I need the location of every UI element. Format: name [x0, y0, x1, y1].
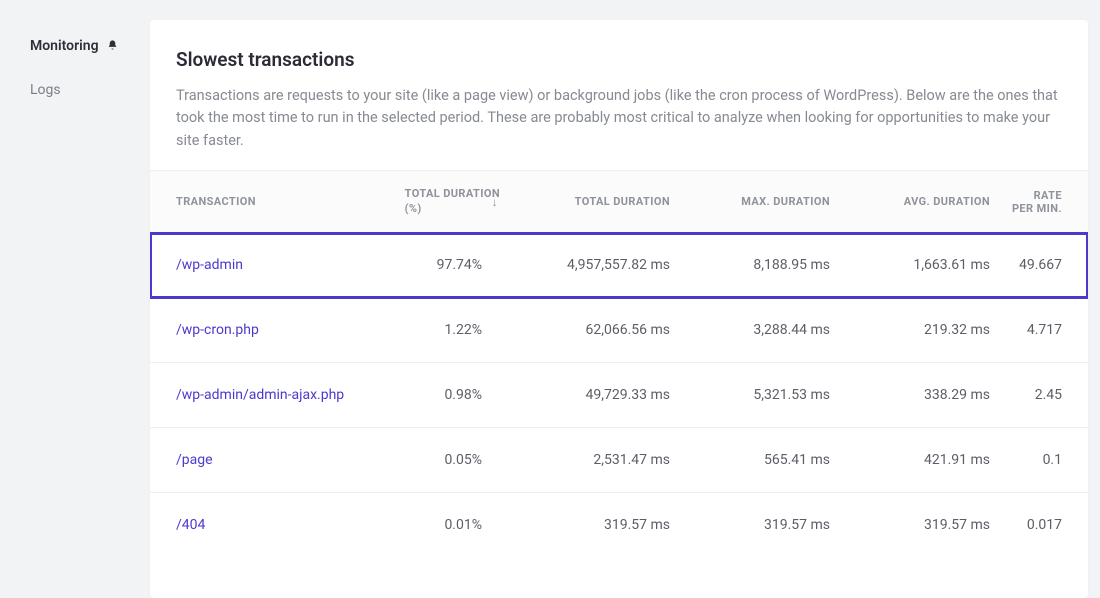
panel-title: Slowest transactions	[176, 48, 1062, 71]
column-header-max-duration[interactable]: MAX. DURATION	[680, 171, 840, 233]
column-header-duration-pct[interactable]: TOTAL DURATION(%) ↓	[370, 171, 510, 233]
transaction-link[interactable]: /wp-admin	[176, 257, 243, 273]
cell-total-duration: 2,531.47 ms	[510, 428, 680, 493]
cell-max-duration: 8,188.95 ms	[680, 233, 840, 298]
cell-transaction: /page	[150, 428, 370, 493]
transaction-link[interactable]: /page	[176, 452, 213, 468]
cell-max-duration: 319.57 ms	[680, 493, 840, 558]
sidebar-item-label: Logs	[30, 82, 61, 98]
cell-duration-pct: 0.01%	[370, 493, 510, 558]
table-row[interactable]: /page 0.05% 2,531.47 ms 565.41 ms 421.91…	[150, 428, 1088, 493]
cell-rate: 0.017	[1000, 493, 1088, 558]
transaction-link[interactable]: /wp-admin/admin-ajax.php	[176, 387, 344, 403]
cell-avg-duration: 319.57 ms	[840, 493, 1000, 558]
table-body: /wp-admin 97.74% 4,957,557.82 ms 8,188.9…	[150, 233, 1088, 558]
slowest-transactions-panel: Slowest transactions Transactions are re…	[150, 20, 1088, 598]
cell-transaction: /wp-admin/admin-ajax.php	[150, 363, 370, 428]
cell-total-duration: 319.57 ms	[510, 493, 680, 558]
panel-description: Transactions are requests to your site (…	[176, 85, 1062, 152]
cell-transaction: /404	[150, 493, 370, 558]
cell-transaction: /wp-admin	[150, 233, 370, 298]
sidebar: Monitoring Logs	[0, 0, 150, 598]
cell-avg-duration: 1,663.61 ms	[840, 233, 1000, 298]
sidebar-item-label: Monitoring	[30, 38, 99, 54]
cell-transaction: /wp-cron.php	[150, 298, 370, 363]
cell-duration-pct: 1.22%	[370, 298, 510, 363]
cell-total-duration: 49,729.33 ms	[510, 363, 680, 428]
table-row[interactable]: /404 0.01% 319.57 ms 319.57 ms 319.57 ms…	[150, 493, 1088, 558]
column-header-label: TOTAL DURATION(%)	[405, 187, 500, 216]
cell-duration-pct: 97.74%	[370, 233, 510, 298]
cell-rate: 2.45	[1000, 363, 1088, 428]
bell-icon	[107, 39, 118, 53]
column-header-total-duration[interactable]: TOTAL DURATION	[510, 171, 680, 233]
column-header-transaction[interactable]: TRANSACTION	[150, 171, 370, 233]
table-row[interactable]: /wp-admin/admin-ajax.php 0.98% 49,729.33…	[150, 363, 1088, 428]
cell-total-duration: 4,957,557.82 ms	[510, 233, 680, 298]
cell-avg-duration: 338.29 ms	[840, 363, 1000, 428]
cell-total-duration: 62,066.56 ms	[510, 298, 680, 363]
cell-duration-pct: 0.98%	[370, 363, 510, 428]
column-header-avg-duration[interactable]: AVG. DURATION	[840, 171, 1000, 233]
cell-avg-duration: 219.32 ms	[840, 298, 1000, 363]
cell-rate: 0.1	[1000, 428, 1088, 493]
transactions-table: TRANSACTION TOTAL DURATION(%) ↓ TOTAL DU…	[150, 170, 1088, 557]
cell-max-duration: 5,321.53 ms	[680, 363, 840, 428]
sidebar-item-monitoring[interactable]: Monitoring	[30, 38, 150, 54]
table-row[interactable]: /wp-cron.php 1.22% 62,066.56 ms 3,288.44…	[150, 298, 1088, 363]
cell-duration-pct: 0.05%	[370, 428, 510, 493]
cell-max-duration: 3,288.44 ms	[680, 298, 840, 363]
transaction-link[interactable]: /wp-cron.php	[176, 322, 259, 338]
cell-avg-duration: 421.91 ms	[840, 428, 1000, 493]
column-header-rate[interactable]: RATE PER MIN.	[1000, 171, 1088, 233]
sidebar-item-logs[interactable]: Logs	[30, 82, 150, 98]
table-row[interactable]: /wp-admin 97.74% 4,957,557.82 ms 8,188.9…	[150, 233, 1088, 298]
sort-desc-icon: ↓	[492, 195, 498, 209]
transaction-link[interactable]: /404	[176, 517, 205, 533]
cell-rate: 49.667	[1000, 233, 1088, 298]
panel-header: Slowest transactions Transactions are re…	[150, 20, 1088, 170]
table-header-row: TRANSACTION TOTAL DURATION(%) ↓ TOTAL DU…	[150, 171, 1088, 233]
cell-max-duration: 565.41 ms	[680, 428, 840, 493]
cell-rate: 4.717	[1000, 298, 1088, 363]
